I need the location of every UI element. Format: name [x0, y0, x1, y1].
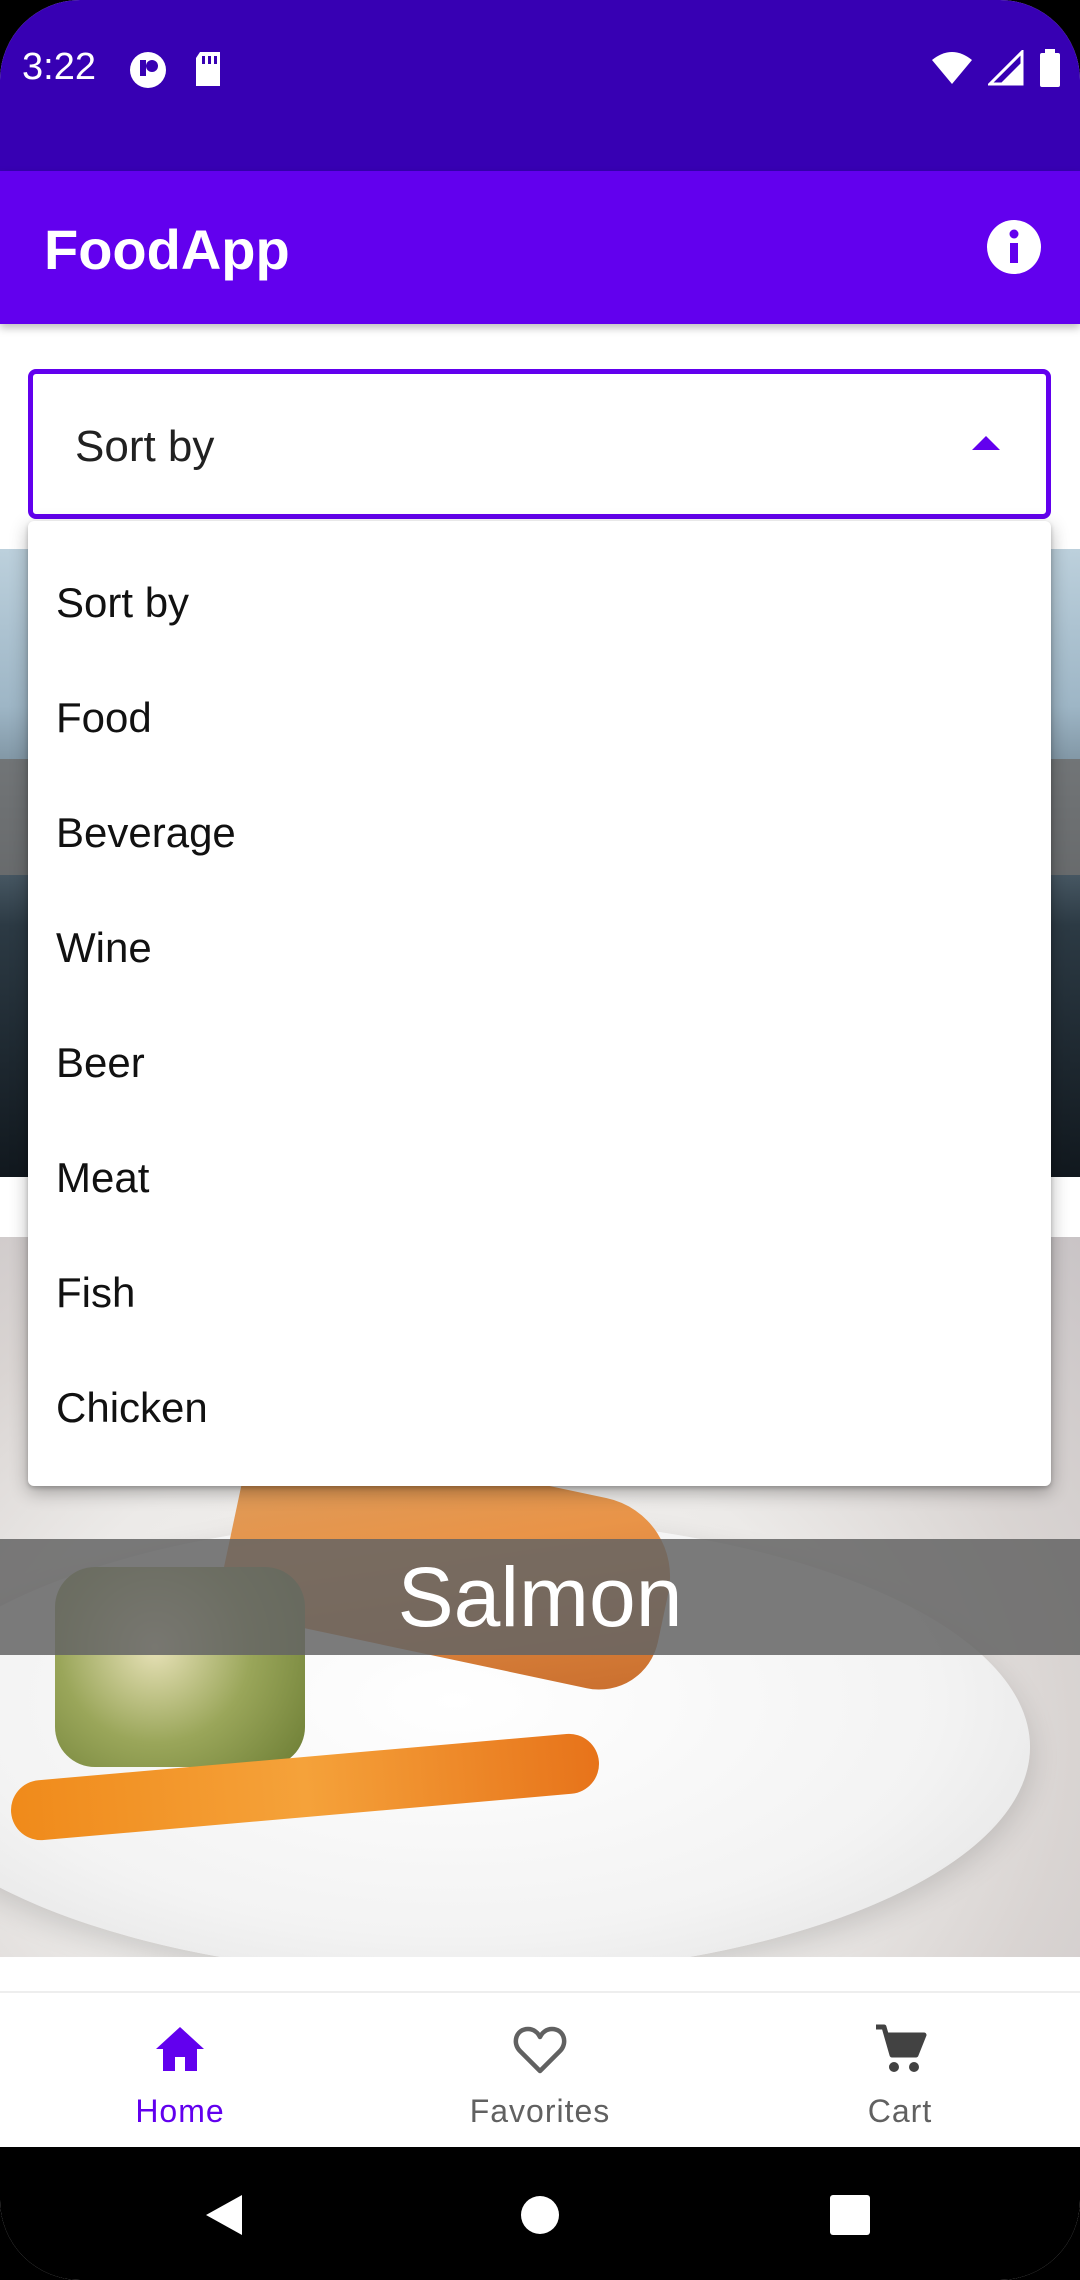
- dropdown-option-chicken[interactable]: Chicken: [28, 1350, 1051, 1465]
- sd-card-icon: [196, 52, 220, 86]
- home-icon: [156, 2027, 204, 2071]
- system-navigation-bar: [0, 2147, 1080, 2280]
- nav-label-home: Home: [135, 2093, 225, 2129]
- screen: 3:22 FoodApp Salmon Sort by Sort by Food…: [0, 0, 1080, 2280]
- app-title: FoodApp: [44, 218, 290, 281]
- sort-spinner[interactable]: Sort by: [28, 369, 1051, 519]
- cart-icon: [876, 2024, 927, 2072]
- home-circle-icon[interactable]: [520, 2195, 560, 2235]
- dropdown-option-food[interactable]: Food: [28, 660, 1051, 775]
- signal-icon: [988, 50, 1024, 86]
- nav-label-favorites: Favorites: [469, 2093, 611, 2129]
- sort-dropdown-menu: Sort by Food Beverage Wine Beer Meat Fis…: [28, 521, 1051, 1486]
- dropdown-option-wine[interactable]: Wine: [28, 890, 1051, 1005]
- battery-icon: [1040, 49, 1060, 87]
- nav-item-home[interactable]: Home: [0, 1993, 360, 2149]
- back-icon[interactable]: [204, 2193, 244, 2237]
- status-right-icons: [930, 48, 1062, 88]
- spinner-selected-label: Sort by: [75, 422, 215, 471]
- status-bar: 3:22: [0, 0, 1080, 171]
- heart-icon: [513, 2026, 567, 2074]
- dropdown-option-meat[interactable]: Meat: [28, 1120, 1051, 1235]
- notification-icon: [130, 52, 166, 88]
- card-title: Salmon: [397, 1550, 683, 1644]
- dropdown-option-beer[interactable]: Beer: [28, 1005, 1051, 1120]
- nav-label-cart: Cart: [867, 2093, 933, 2129]
- info-icon: [987, 220, 1041, 274]
- dropdown-option-fish[interactable]: Fish: [28, 1235, 1051, 1350]
- info-button[interactable]: [986, 219, 1042, 275]
- bottom-navigation: Home Favorites Cart: [0, 1991, 1080, 2147]
- dropdown-option-sort-by[interactable]: Sort by: [28, 545, 1051, 660]
- app-bar: FoodApp: [0, 171, 1080, 324]
- arrow-up-icon: [972, 436, 1000, 450]
- wifi-icon: [932, 52, 972, 84]
- dropdown-option-beverage[interactable]: Beverage: [28, 775, 1051, 890]
- status-time: 3:22: [22, 46, 96, 88]
- nav-item-favorites[interactable]: Favorites: [360, 1993, 720, 2149]
- status-left-icons: [128, 50, 224, 90]
- nav-item-cart[interactable]: Cart: [720, 1993, 1080, 2149]
- recents-icon[interactable]: [830, 2195, 870, 2235]
